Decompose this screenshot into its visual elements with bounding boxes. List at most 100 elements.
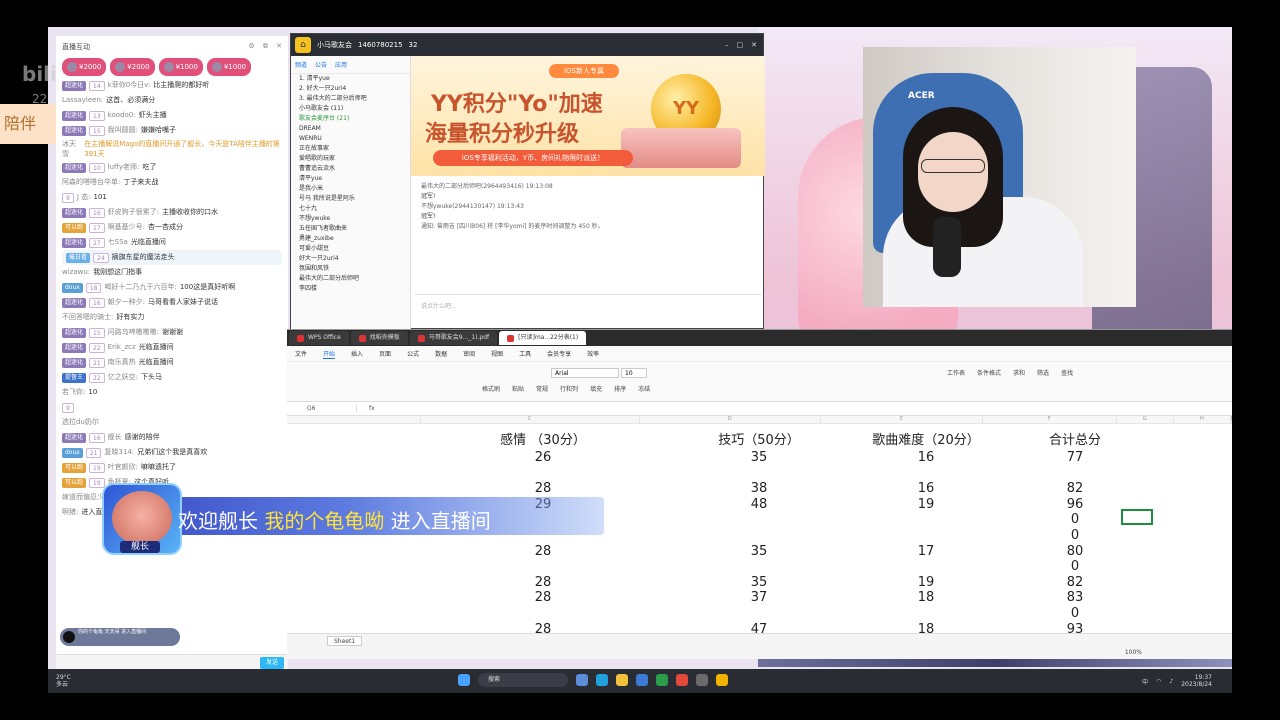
table-cell[interactable]: 96 <box>1020 497 1130 512</box>
store-icon[interactable] <box>636 674 648 686</box>
table-cell[interactable]: 82 <box>1020 481 1130 496</box>
chat-username[interactable]: 阿森的嗒嗒台华单: <box>62 175 120 190</box>
send-button[interactable]: 发送 <box>260 657 284 669</box>
chat-username[interactable]: 朝夕一种夕: <box>108 295 145 310</box>
chat-username[interactable]: wizawu: <box>62 265 90 280</box>
table-cell[interactable]: 35 <box>699 544 819 559</box>
ribbon-button[interactable]: 填充 <box>590 384 602 393</box>
yy-channel-member[interactable]: 是我小米 <box>291 184 410 194</box>
wps-doc-tab[interactable]: 马哥歌友会9..._1).pdf <box>409 331 498 345</box>
chat-username[interactable]: 我叫圆圆: <box>108 123 138 138</box>
minimize-icon[interactable]: – <box>725 41 729 49</box>
yy-channel-member[interactable]: 曹曹追云流水 <box>291 164 410 174</box>
table-cell[interactable]: 37 <box>699 590 819 605</box>
yy-channel-member[interactable]: 号马 我所说是星阿乐 <box>291 194 410 204</box>
table-cell[interactable]: 77 <box>1020 450 1130 465</box>
folder-icon[interactable] <box>616 674 628 686</box>
yy-channel-member[interactable]: 氛围和风铁 <box>291 264 410 274</box>
yy-channel-member[interactable]: 可爱小甜豆 <box>291 244 410 254</box>
table-cell[interactable]: 合计总分 <box>1020 429 1130 448</box>
column-header[interactable]: C <box>421 416 640 423</box>
filter-icon[interactable]: ⚙ <box>248 42 254 50</box>
table-cell[interactable]: 83 <box>1020 590 1130 605</box>
home-icon[interactable]: ⌂ <box>295 37 311 53</box>
yy-chat-input[interactable]: 说点什么吧... <box>415 294 761 326</box>
chat-username[interactable]: J 态: <box>77 190 91 205</box>
font-size-select[interactable]: 10 <box>621 368 647 378</box>
chat-username[interactable]: Erik_zcz <box>108 340 136 355</box>
yy-icon[interactable] <box>716 674 728 686</box>
wps-menu-item[interactable]: 文件 <box>295 349 307 358</box>
yy-channel-member[interactable]: 好大一只2uri4 <box>291 254 410 264</box>
chat-username[interactable]: 若飞你: <box>62 385 85 400</box>
wifi-icon[interactable]: ◠ <box>1156 678 1161 685</box>
chat-username[interactable]: luffy老师: <box>108 160 140 175</box>
chat-username[interactable]: 叶官颜欣: <box>108 460 138 475</box>
table-cell[interactable]: 16 <box>851 481 1001 496</box>
column-header[interactable]: G <box>1117 416 1174 423</box>
close-icon[interactable]: ✕ <box>276 42 282 50</box>
task-view-icon[interactable] <box>576 674 588 686</box>
column-header[interactable]: H <box>1174 416 1231 423</box>
table-cell[interactable]: 82 <box>1020 575 1130 590</box>
wps-menu-item[interactable]: 数据 <box>435 349 447 358</box>
table-cell[interactable]: 0 <box>1020 528 1130 543</box>
ribbon-button[interactable]: 筛选 <box>1037 368 1049 377</box>
column-header[interactable]: E <box>821 416 984 423</box>
yy-channel-member[interactable]: 七十九 <box>291 204 410 214</box>
yy-promo-banner[interactable]: iOS新人专属 YY YY积分"Yo"加速 海量积分秒升级 iOS专享福利活动，… <box>411 56 765 176</box>
table-cell[interactable]: 48 <box>699 497 819 512</box>
table-cell[interactable]: 35 <box>699 450 819 465</box>
yy-channel-member[interactable]: 不想ywuke <box>291 214 410 224</box>
table-cell[interactable]: 28 <box>473 575 613 590</box>
chat-username[interactable]: 啊猪: <box>62 505 78 520</box>
yy-channel-member[interactable]: WENRU <box>291 134 410 144</box>
ribbon-button[interactable]: 排序 <box>614 384 626 393</box>
table-cell[interactable]: 0 <box>1020 512 1130 527</box>
font-select[interactable]: Arial <box>551 368 619 378</box>
table-cell[interactable]: 16 <box>851 450 1001 465</box>
gift-item[interactable]: ¥1000 <box>206 58 252 76</box>
chat-username[interactable]: 选拉du奶尔 <box>62 415 99 430</box>
ribbon-button[interactable]: 粘贴 <box>512 384 524 393</box>
table-cell[interactable]: 35 <box>699 575 819 590</box>
chat-username[interactable]: koodo0: <box>108 108 136 123</box>
gift-item[interactable]: ¥2000 <box>110 58 155 76</box>
ribbon-button[interactable]: 冻结 <box>638 384 650 393</box>
column-header[interactable]: F <box>983 416 1117 423</box>
wps-menu-item[interactable]: 效率 <box>587 349 599 358</box>
cell-reference[interactable]: G6 <box>287 405 357 412</box>
yy-channel-member[interactable]: 1. 清平yue <box>291 74 410 84</box>
wps-menu-item[interactable]: 插入 <box>351 349 363 358</box>
table-cell[interactable]: 歌曲难度（20分） <box>851 429 1001 448</box>
table-cell[interactable]: 17 <box>851 544 1001 559</box>
table-cell[interactable]: 感情 （30分） <box>473 429 613 448</box>
maximize-icon[interactable]: □ <box>737 41 744 49</box>
volume-icon[interactable]: ♪ <box>1169 678 1173 685</box>
ribbon-button[interactable]: 行和列 <box>560 384 578 393</box>
yy-channel-member[interactable]: 五任国飞者歌曲来 <box>291 224 410 234</box>
table-cell[interactable]: 0 <box>1020 559 1130 574</box>
gift-item[interactable]: ¥2000 <box>62 58 107 76</box>
popout-icon[interactable]: ⧉ <box>263 42 268 50</box>
chat-username[interactable]: 舰长 <box>108 430 122 445</box>
wps-menu-item[interactable]: 工具 <box>519 349 531 358</box>
yy-channel-member[interactable]: 爱唱歌的玩家 <box>291 154 410 164</box>
table-cell[interactable]: 26 <box>473 450 613 465</box>
fx-icon[interactable]: fx <box>357 405 375 412</box>
yy-channel-member[interactable]: 李四楼 <box>291 284 410 294</box>
yy-channel-member[interactable]: 2. 好大一只2uri4 <box>291 84 410 94</box>
ribbon-button[interactable]: 求和 <box>1013 368 1025 377</box>
yy-side-tab[interactable]: 应用 <box>335 60 347 69</box>
yy-channel-member[interactable]: 歌友会麦序台 (21) <box>291 114 410 124</box>
wps-menu-item[interactable]: 视图 <box>491 349 503 358</box>
table-cell[interactable]: 19 <box>851 575 1001 590</box>
close-icon[interactable]: ✕ <box>751 41 757 49</box>
ribbon-button[interactable]: 常规 <box>536 384 548 393</box>
ribbon-button[interactable]: 查找 <box>1061 368 1073 377</box>
ribbon-button[interactable]: 工作表 <box>947 368 965 377</box>
table-cell[interactable]: 80 <box>1020 544 1130 559</box>
wps-doc-tab[interactable]: 找稻壳模板 <box>350 331 408 345</box>
yy-channel-member[interactable]: 正在故事家 <box>291 144 410 154</box>
chat-username[interactable]: 亿之妖空: <box>108 370 138 385</box>
